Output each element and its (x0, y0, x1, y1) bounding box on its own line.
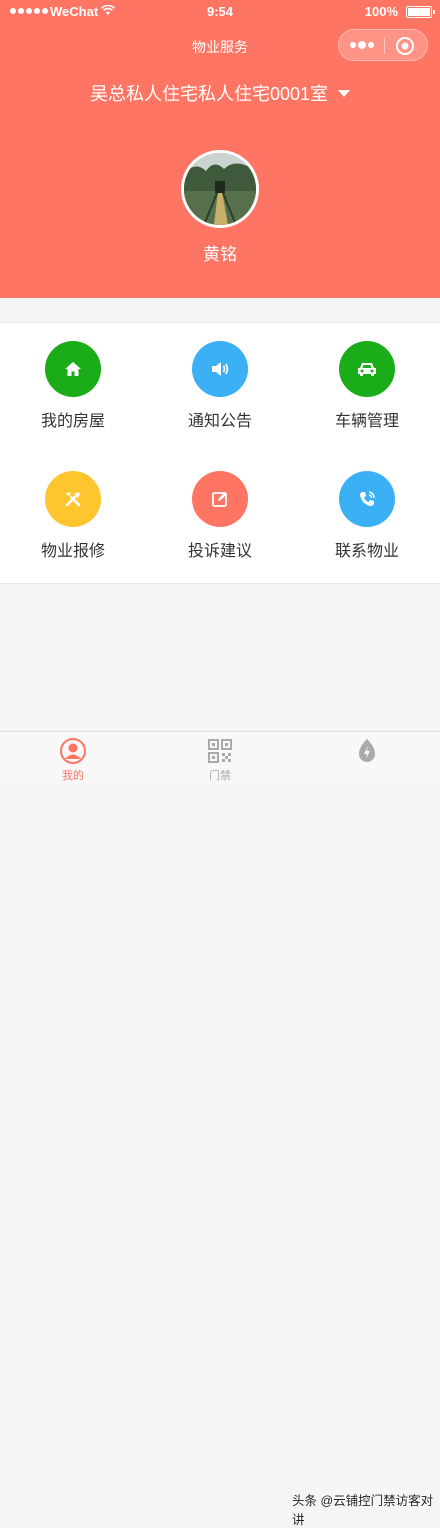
address-selector[interactable]: 吴总私人住宅私人住宅0001室 (0, 80, 440, 106)
mini-program-capsule[interactable] (338, 29, 428, 61)
tab-label: 门禁 (209, 770, 231, 782)
flash-icon[interactable] (353, 737, 381, 765)
user-icon[interactable] (59, 737, 87, 765)
tab-access-control[interactable]: 门禁 (147, 732, 293, 784)
service-label: 通知公告 (187, 413, 252, 430)
address-text[interactable]: 吴总私人住宅私人住宅0001室 (90, 84, 328, 104)
close-icon[interactable] (395, 36, 415, 56)
car-icon[interactable] (339, 341, 395, 397)
status-bar: WeChat 9:54 100% (0, 0, 440, 24)
tab-mine[interactable]: 我的 (0, 732, 146, 784)
edit-icon[interactable] (192, 471, 248, 527)
watermark-text: 头条 @云铺控门禁访客对讲 (292, 1494, 434, 1527)
header: WeChat 9:54 100% 物业服务 吴总私人住宅私人住宅0001室 黄铭 (0, 0, 440, 298)
more-icon[interactable] (349, 40, 375, 50)
user-name: 黄铭 (203, 245, 237, 264)
service-label: 车辆管理 (334, 413, 399, 430)
service-label: 投诉建议 (187, 543, 252, 560)
phone-icon[interactable] (339, 471, 395, 527)
service-grid: 我的房屋 通知公告 车辆管理 物业报修 投诉建议 联系物业 (0, 322, 440, 584)
battery-percent: 100% (364, 4, 398, 19)
speaker-icon[interactable] (192, 341, 248, 397)
service-complaints[interactable]: 投诉建议 (147, 453, 293, 583)
service-contact[interactable]: 联系物业 (294, 453, 440, 583)
tab-third[interactable] (294, 732, 440, 784)
tab-bar: 我的 门禁 头条 @云铺控门禁访客对讲 (0, 731, 440, 1527)
service-label: 物业报修 (40, 543, 105, 560)
service-vehicles[interactable]: 车辆管理 (294, 323, 440, 453)
avatar-photo (184, 153, 256, 225)
avatar[interactable] (181, 150, 259, 228)
service-label: 我的房屋 (40, 413, 105, 430)
service-label: 联系物业 (334, 543, 399, 560)
battery-icon (406, 6, 435, 18)
qrcode-icon[interactable] (206, 737, 234, 765)
tab-label: 我的 (62, 770, 84, 782)
service-my-house[interactable]: 我的房屋 (0, 323, 146, 453)
tools-icon[interactable] (45, 471, 101, 527)
dropdown-caret-icon[interactable] (338, 90, 351, 97)
service-notices[interactable]: 通知公告 (147, 323, 293, 453)
home-icon[interactable] (45, 341, 101, 397)
capsule-divider (384, 38, 385, 54)
service-repairs[interactable]: 物业报修 (0, 453, 146, 583)
